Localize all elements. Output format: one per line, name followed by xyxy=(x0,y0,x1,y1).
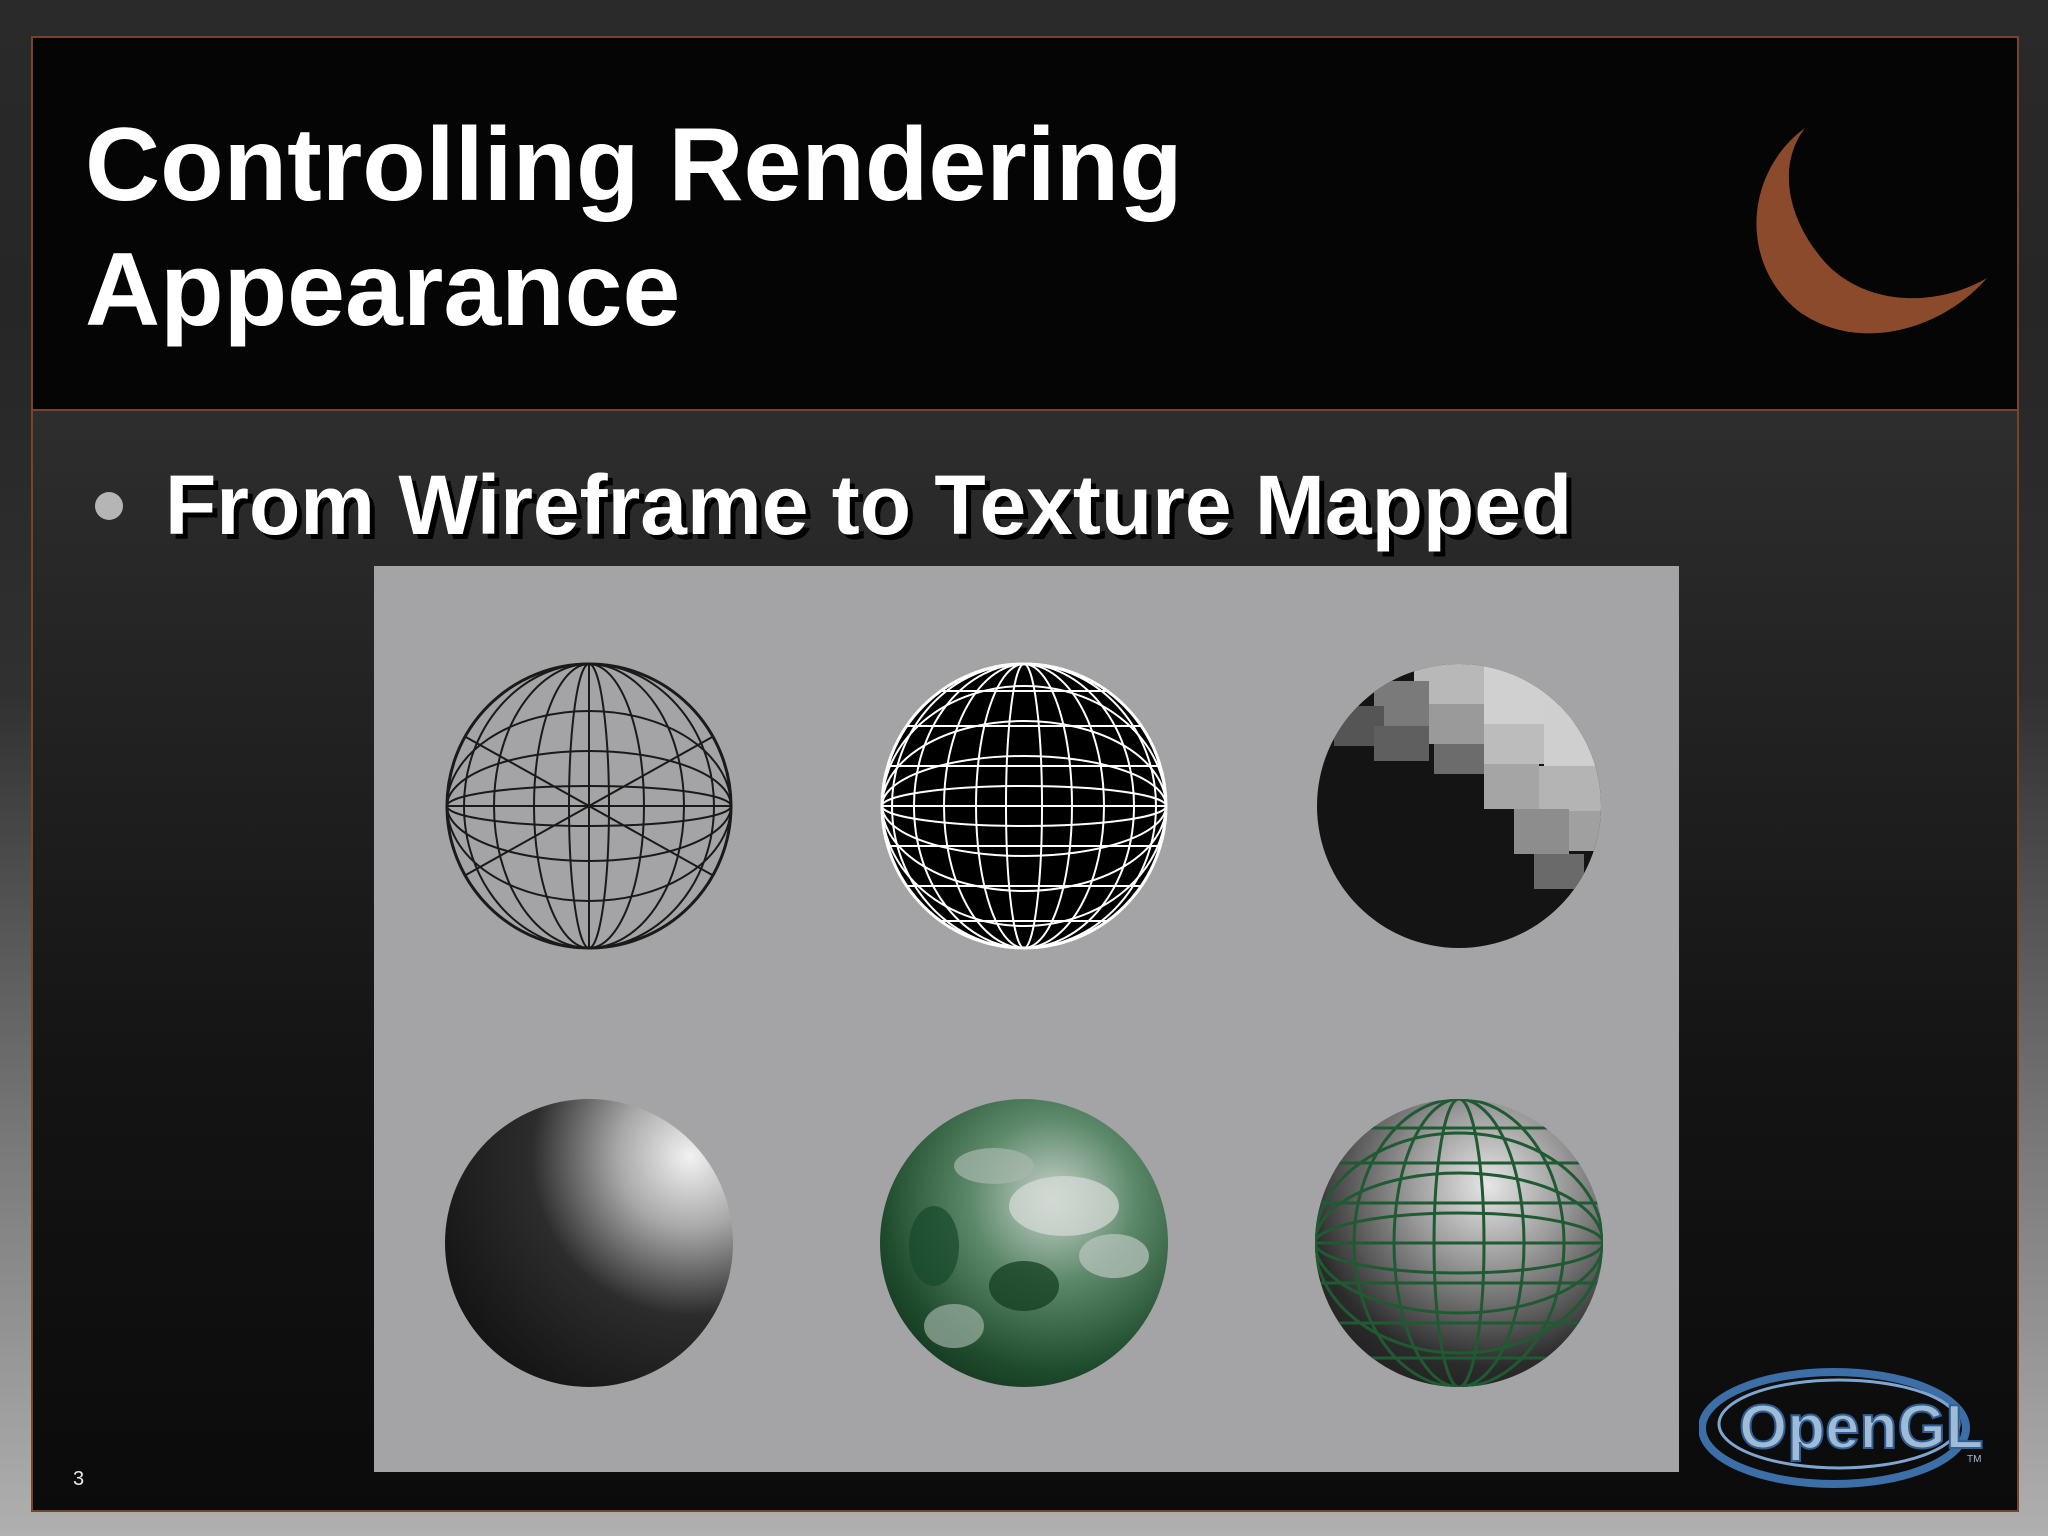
opengl-logo: OpenGL TM xyxy=(1699,1368,1985,1488)
svg-text:OpenGL: OpenGL xyxy=(1739,1393,1984,1462)
page-number: 3 xyxy=(73,1468,85,1490)
smooth-shaded-sphere xyxy=(445,1099,733,1387)
wireframe-on-black-sphere xyxy=(880,662,1168,950)
texture-mapped-sphere xyxy=(880,1099,1168,1387)
texture-mapped-grid-sphere xyxy=(1315,1099,1603,1387)
slide-title-line-1: Controlling Rendering xyxy=(85,107,1183,223)
flat-shaded-sphere xyxy=(1317,664,1601,948)
svg-text:TM: TM xyxy=(1967,1454,1981,1465)
bullet-text: From Wireframe to Texture Mapped xyxy=(165,458,1573,552)
bullet-dot xyxy=(95,492,123,520)
slide-frame: Controlling Rendering Appearance From Wi… xyxy=(31,36,2019,1512)
title-bar: Controlling Rendering Appearance xyxy=(33,38,2017,411)
spheres-illustration xyxy=(445,662,1603,1387)
wireframe-sphere xyxy=(445,662,733,950)
slide-title-line-2: Appearance xyxy=(85,232,681,348)
rendering-figure xyxy=(374,566,1679,1472)
crescent-moon-icon xyxy=(1756,128,1987,334)
